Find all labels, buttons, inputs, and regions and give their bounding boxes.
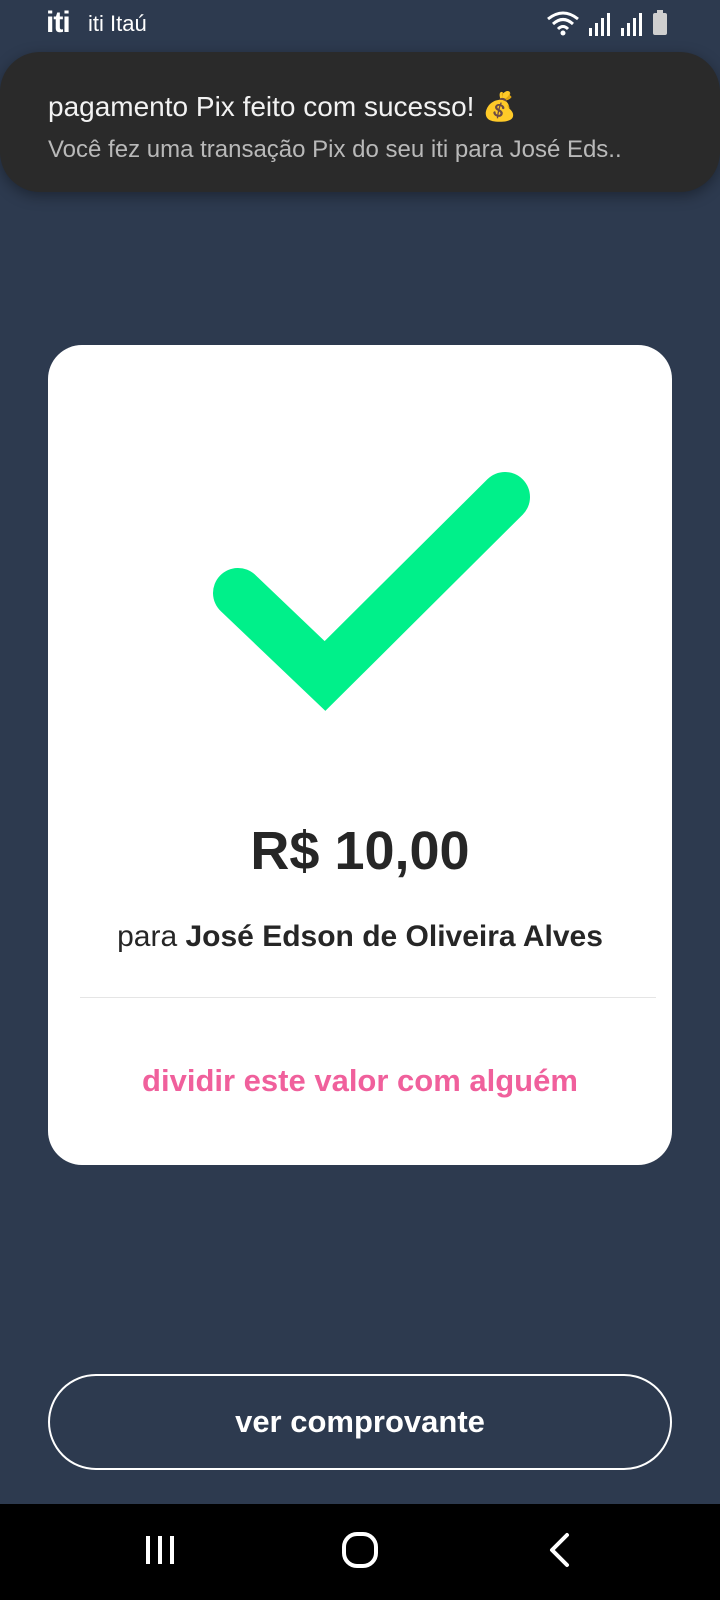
home-button[interactable] <box>300 1504 420 1600</box>
recent-apps-button[interactable] <box>100 1504 220 1600</box>
signal-icon <box>588 12 612 36</box>
notification-title: pagamento Pix feito com sucesso! 💰 <box>48 91 518 122</box>
signal-icon <box>620 12 644 36</box>
notification-body: Você fez uma transação Pix do seu iti pa… <box>48 136 622 163</box>
payment-amount: R$ 10,00 <box>250 821 470 881</box>
back-icon <box>545 1532 575 1573</box>
recipient-prefix: para <box>117 920 186 953</box>
status-bar: iti iti Itaú <box>0 0 720 48</box>
wifi-icon <box>546 10 580 36</box>
recent-apps-icon <box>143 1533 177 1572</box>
home-icon <box>340 1530 380 1575</box>
app-logo: iti <box>46 6 71 39</box>
status-icons <box>546 8 668 36</box>
battery-icon <box>652 10 668 36</box>
divider <box>80 997 656 998</box>
back-button[interactable] <box>500 1504 620 1600</box>
status-app-name: iti Itaú <box>88 11 147 36</box>
view-receipt-button[interactable]: ver comprovante <box>48 1374 672 1470</box>
notification-banner[interactable]: pagamento Pix feito com sucesso! 💰 Você … <box>0 52 720 192</box>
payment-success-screen: iti iti Itaú pagamento Pix feito com suc… <box>0 0 720 1600</box>
recipient-name: José Edson de Oliveira Alves <box>185 920 603 953</box>
payment-success-card: R$ 10,00 para José Edson de Oliveira Alv… <box>48 345 672 1165</box>
split-value-link[interactable]: dividir este valor com alguém <box>48 1063 672 1099</box>
recipient-line: para José Edson de Oliveira Alves <box>48 920 672 954</box>
navigation-bar <box>0 1504 720 1600</box>
checkmark-icon <box>198 457 538 717</box>
